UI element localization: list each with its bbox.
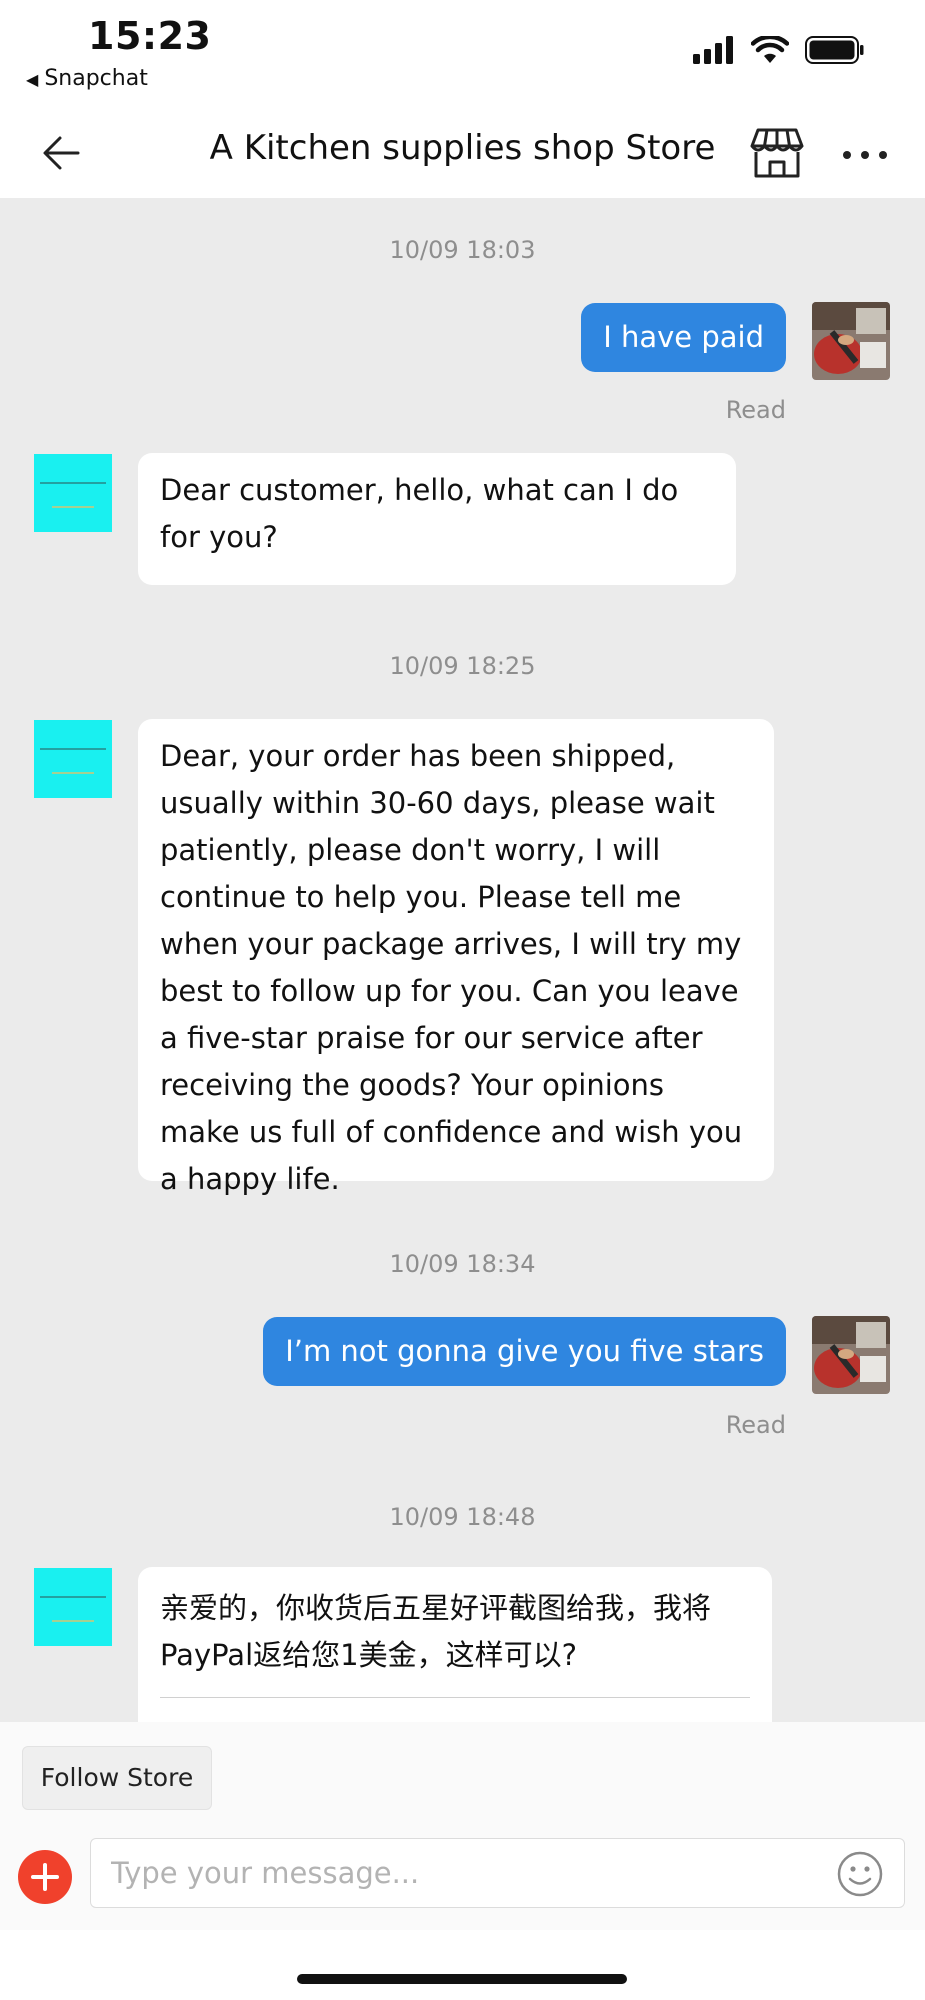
store-avatar-line [52,506,94,508]
message-timestamp: 10/09 18:25 [389,652,536,680]
message-input-bar [0,1820,925,1930]
message-input[interactable] [90,1838,905,1908]
back-to-app-link[interactable]: ◀ Snapchat [26,66,148,91]
read-status: Read [725,396,786,424]
battery-icon [805,36,864,64]
follow-bar: Follow Store [0,1722,925,1820]
incoming-message: Dear, your order has been shipped, usual… [138,719,774,1196]
store-icon [750,128,804,178]
home-indicator[interactable] [297,1974,627,1984]
store-button[interactable] [748,124,806,182]
signal-icon [693,36,733,64]
message-timestamp: 10/09 18:48 [389,1503,536,1531]
incoming-message-text: 亲爱的，你收货后五星好评截图给我，我将PayPal返给您1美金，这样可以? [160,1591,712,1672]
status-bar: 15:23 ◀ Snapchat [0,0,925,110]
back-app-label: Snapchat [44,66,148,91]
status-icons [693,36,865,64]
incoming-message: Dear customer, hello, what can I do for … [138,453,736,585]
store-avatar[interactable] [34,1568,112,1646]
user-avatar[interactable] [812,1316,890,1394]
incoming-message: 亲爱的，你收货后五星好评截图给我，我将PayPal返给您1美金，这样可以? [138,1567,772,1722]
emoji-icon [837,1851,883,1897]
store-avatar[interactable] [34,720,112,798]
store-avatar-line [52,772,94,774]
store-avatar-line [40,748,106,750]
chat-area[interactable]: 10/09 18:03 I have paid Read Dear custom… [0,198,925,1722]
user-photo [812,1316,890,1394]
wifi-icon [751,36,789,63]
store-avatar-line [40,482,106,484]
store-avatar-line [52,1620,94,1622]
outgoing-message: I’m not gonna give you five stars [263,1317,786,1386]
outgoing-message: I have paid [581,303,786,372]
chat-header: A Kitchen supplies shop Store [0,110,925,199]
home-indicator-area [0,1930,925,2000]
add-attachment-button[interactable] [18,1850,72,1904]
user-photo [812,302,890,380]
read-status: Read [725,1411,786,1439]
message-timestamp: 10/09 18:34 [389,1250,536,1278]
user-avatar[interactable] [812,302,890,380]
store-avatar-line [40,1596,106,1598]
emoji-button[interactable] [836,1850,884,1898]
more-options-button[interactable] [840,130,890,180]
status-time: 15:23 [88,14,212,58]
more-icon [843,151,887,159]
message-timestamp: 10/09 18:03 [389,236,536,264]
message-divider [160,1697,750,1698]
back-triangle-icon: ◀ [26,70,39,89]
follow-store-button[interactable]: Follow Store [22,1746,212,1810]
store-avatar[interactable] [34,454,112,532]
